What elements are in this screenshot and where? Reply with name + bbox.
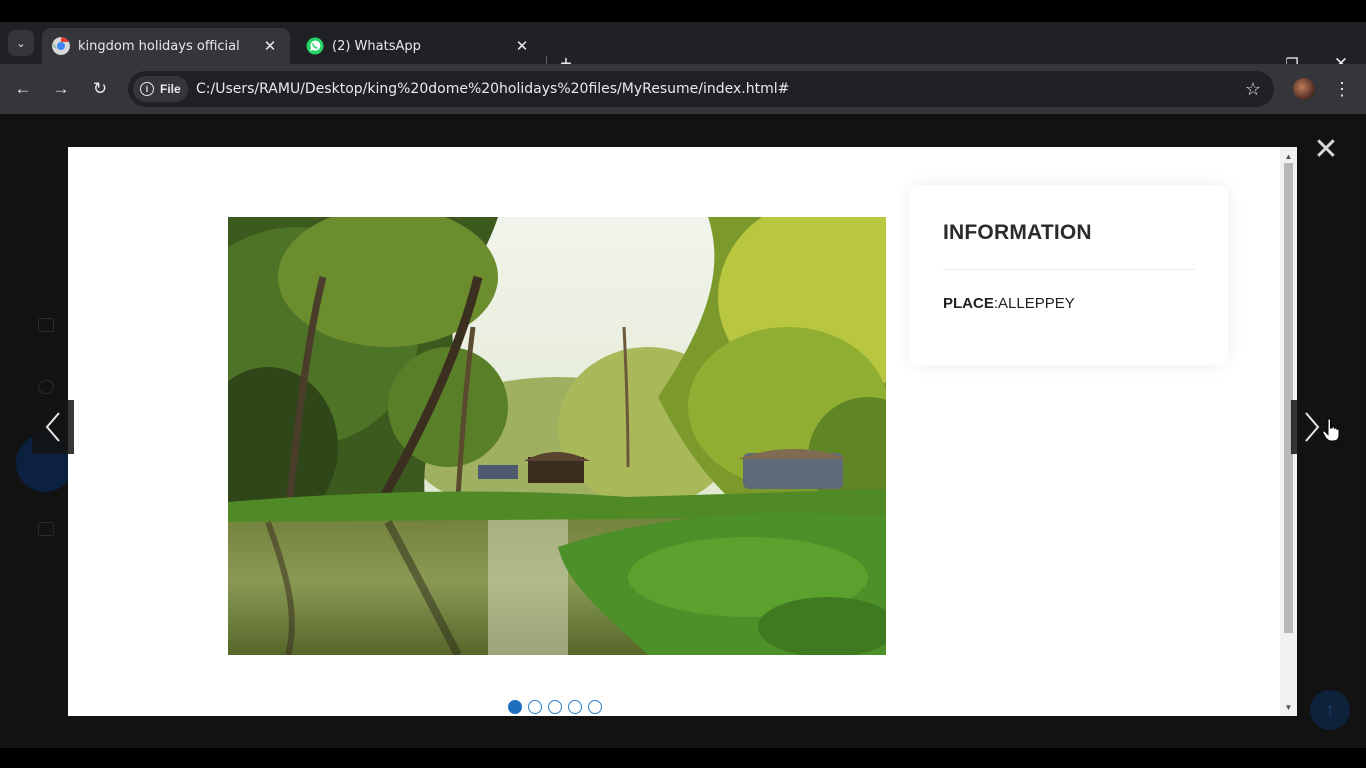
arrow-up-icon: ↑ <box>1325 698 1335 721</box>
slide-pagination <box>508 700 602 714</box>
tab-strip: ⌄ kingdom holidays official ✕ (2) WhatsA… <box>0 22 1366 75</box>
divider <box>943 269 1195 270</box>
whatsapp-icon <box>306 37 324 55</box>
screen-top-bar <box>0 0 1366 22</box>
browser-menu-button[interactable]: ⋮ <box>1333 76 1351 102</box>
hand-cursor-icon <box>1322 418 1340 442</box>
chrome-favicon-icon <box>52 37 70 55</box>
back-to-top-button: ↑ <box>1310 690 1350 730</box>
kebab-menu-icon: ⋮ <box>1333 78 1351 99</box>
information-card: INFORMATION PLACE:ALLEPPEY <box>910 185 1228 365</box>
forward-arrow-icon: → <box>52 79 70 98</box>
pagination-dot-5[interactable] <box>588 700 602 714</box>
back-arrow-icon: ← <box>14 79 32 98</box>
info-icon: i <box>140 82 154 96</box>
scroll-down-icon[interactable]: ▼ <box>1280 700 1297 714</box>
information-title: INFORMATION <box>943 221 1092 244</box>
close-icon[interactable]: ✕ <box>512 36 532 56</box>
user-icon <box>38 380 54 394</box>
scrollbar-thumb[interactable] <box>1284 163 1293 633</box>
star-icon[interactable]: ☆ <box>1245 79 1261 100</box>
tab-search-button[interactable]: ⌄ <box>8 30 34 56</box>
url-text[interactable]: C:/Users/RAMU/Desktop/king%20dome%20holi… <box>196 81 789 97</box>
forward-button[interactable]: → <box>49 77 73 101</box>
close-icon: ✕ <box>1313 132 1339 167</box>
scroll-up-icon[interactable]: ▲ <box>1280 149 1297 163</box>
pagination-dot-1[interactable] <box>508 700 522 714</box>
pagination-dot-2[interactable] <box>528 700 542 714</box>
profile-avatar[interactable] <box>1293 78 1315 100</box>
tab-title: kingdom holidays official <box>78 38 240 54</box>
lightbox-close-button[interactable]: ✕ <box>1312 135 1340 165</box>
pagination-dot-3[interactable] <box>548 700 562 714</box>
lightbox-modal: INFORMATION PLACE:ALLEPPEY ▲ ▼ <box>68 147 1297 716</box>
close-icon[interactable]: ✕ <box>260 36 280 56</box>
pagination-dot-4[interactable] <box>568 700 582 714</box>
place-value: :ALLEPPEY <box>993 295 1075 312</box>
address-bar[interactable]: i File C:/Users/RAMU/Desktop/king%20dome… <box>128 71 1274 107</box>
chevron-right-icon <box>1305 412 1320 442</box>
back-button[interactable]: ← <box>11 77 35 101</box>
site-info-chip[interactable]: i File <box>133 76 188 102</box>
tab-kingdom-holidays[interactable]: kingdom holidays official ✕ <box>42 28 290 64</box>
previous-slide-button[interactable] <box>32 400 74 454</box>
place-detail: PLACE:ALLEPPEY <box>943 295 1075 312</box>
home-icon <box>38 318 54 332</box>
browser-toolbar: ← → ↻ i File C:/Users/RAMU/Desktop/king%… <box>0 64 1366 114</box>
backwaters-photo <box>228 217 886 655</box>
site-chip-label: File <box>160 82 181 96</box>
place-label: PLACE <box>943 295 994 312</box>
screen-bottom-bar <box>0 748 1366 768</box>
chevron-left-icon <box>45 412 60 442</box>
gallery-image <box>228 217 886 655</box>
reload-button[interactable]: ↻ <box>88 77 112 101</box>
mail-icon <box>38 522 54 536</box>
tab-whatsapp[interactable]: (2) WhatsApp ✕ <box>296 28 542 64</box>
reload-icon: ↻ <box>92 79 108 98</box>
tab-title: (2) WhatsApp <box>332 38 421 54</box>
chevron-down-icon: ⌄ <box>16 37 26 50</box>
